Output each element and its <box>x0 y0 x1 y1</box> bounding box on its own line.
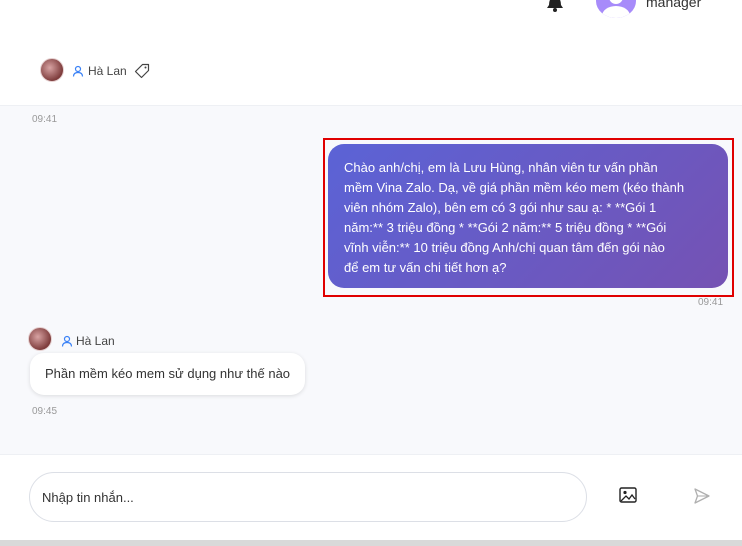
outgoing-message: Chào anh/chị, em là Lưu Hùng, nhân viên … <box>328 144 728 288</box>
user-role-label[interactable]: manager <box>646 0 701 10</box>
contact-avatar <box>40 58 64 82</box>
message-input[interactable] <box>29 472 587 522</box>
tag-icon[interactable] <box>134 63 150 79</box>
user-avatar-icon[interactable] <box>596 0 636 18</box>
chat-header: Hà Lan <box>0 34 742 106</box>
image-icon[interactable] <box>619 487 637 503</box>
chat-panel: Hà Lan 09:41 Chào anh/chị, em là Lưu Hùn… <box>0 34 742 540</box>
window-bottom-strip <box>0 540 742 546</box>
message-time: 09:45 <box>32 406 58 417</box>
user-icon <box>61 335 73 347</box>
bell-icon[interactable] <box>545 0 565 12</box>
composer <box>0 454 742 540</box>
message-time: 09:41 <box>32 114 58 125</box>
incoming-message: Phần mềm kéo mem sử dụng như thế nào <box>30 353 306 395</box>
user-icon <box>72 65 84 77</box>
sender-avatar <box>28 327 52 351</box>
send-icon[interactable] <box>693 487 711 505</box>
top-bar: manager <box>0 0 742 34</box>
contact-name: Hà Lan <box>88 64 127 78</box>
sender-name: Hà Lan <box>76 334 115 348</box>
message-time: 09:41 <box>698 297 724 308</box>
